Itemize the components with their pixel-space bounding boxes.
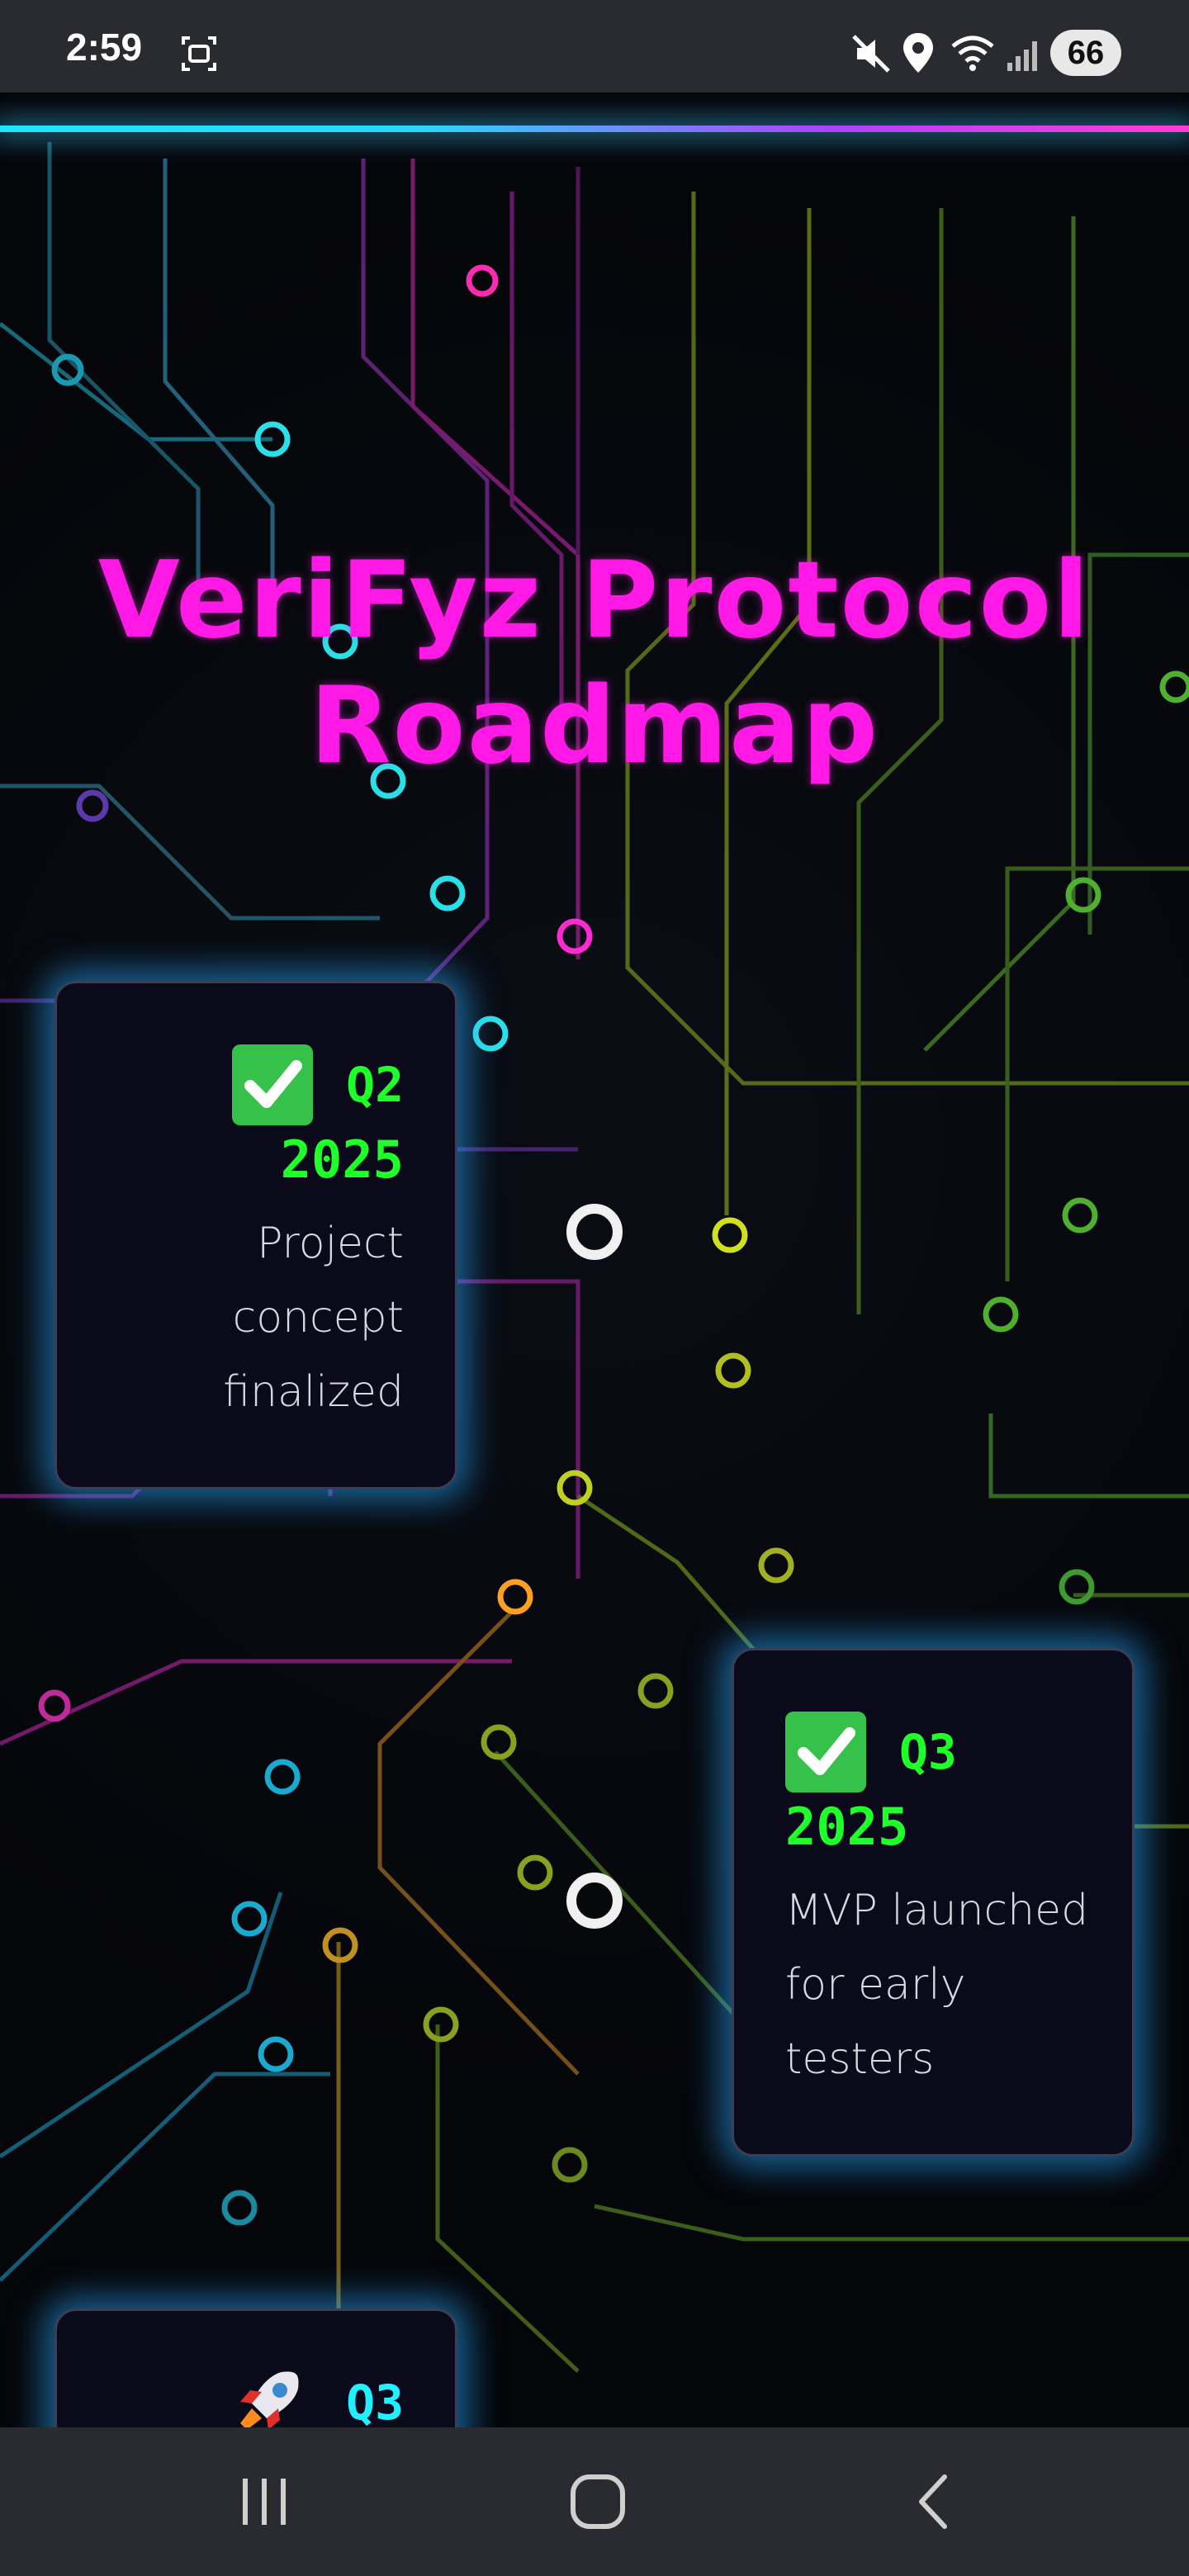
- screenshot-icon: [182, 36, 216, 71]
- mute-icon: [852, 35, 890, 73]
- status-bar: 2:59 66: [0, 0, 1189, 92]
- back-icon[interactable]: [900, 2469, 966, 2535]
- recents-icon[interactable]: [233, 2469, 296, 2535]
- location-icon: [903, 33, 933, 73]
- roadmap-card: Q3 2025 MVP launched for early testers: [732, 1648, 1135, 2157]
- check-mark-icon: [785, 1712, 866, 1792]
- system-nav-bar: [0, 2427, 1189, 2576]
- battery-indicator: 66: [1050, 30, 1121, 76]
- roadmap-card: Q3: [54, 2308, 457, 2427]
- status-time: 2:59: [66, 26, 143, 69]
- roadmap-page: VeriFyz Protocol Roadmap Q2 2025 Project…: [0, 92, 1189, 2427]
- roadmap-desc-line: Project: [257, 1219, 404, 1268]
- home-icon[interactable]: [565, 2469, 631, 2535]
- rocket-icon: [240, 2371, 299, 2427]
- timeline-node: [566, 1204, 623, 1260]
- page-title: VeriFyz Protocol Roadmap: [33, 538, 1156, 789]
- roadmap-desc-line: concept: [232, 1293, 404, 1342]
- title-line-2: Roadmap: [310, 665, 879, 788]
- timeline-node: [566, 1873, 623, 1929]
- roadmap-year: 2025: [280, 1129, 404, 1190]
- roadmap-quarter: Q3: [346, 2375, 404, 2427]
- roadmap-desc-line: testers: [785, 2034, 935, 2084]
- roadmap-desc-line: finalized: [223, 1367, 404, 1417]
- signal-icon: [1007, 41, 1037, 71]
- roadmap-quarter: Q2: [346, 1057, 404, 1113]
- wifi-icon: [951, 36, 994, 71]
- roadmap-desc-line: MVP launched: [785, 1886, 1089, 1935]
- roadmap-desc-line: for early: [785, 1960, 966, 2010]
- roadmap-year: 2025: [785, 1797, 909, 1857]
- title-line-1: VeriFyz Protocol: [97, 539, 1092, 662]
- neon-header-bar: [0, 125, 1189, 132]
- check-mark-icon: [232, 1044, 314, 1125]
- roadmap-quarter: Q3: [899, 1724, 957, 1780]
- roadmap-card: Q2 2025 Project concept finalized: [54, 981, 457, 1489]
